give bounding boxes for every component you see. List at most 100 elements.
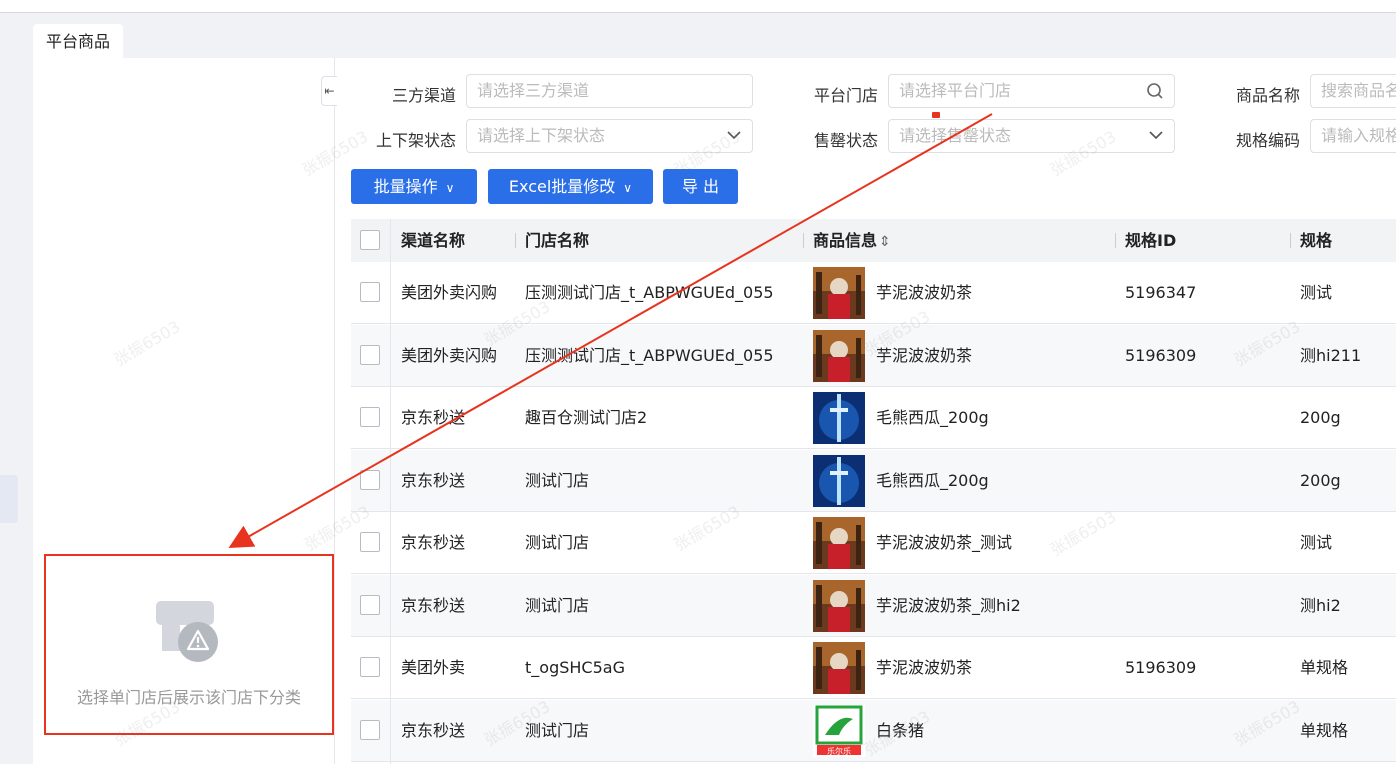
- column-header-spec-id: 规格ID: [1115, 219, 1176, 262]
- table-row[interactable]: 京东秒送 趣百仓测试门店2 毛熊西瓜_200g 200g: [351, 387, 1396, 449]
- product-name: 芋泥波波奶茶: [876, 658, 973, 677]
- product-name: 芋泥波波奶茶: [876, 283, 973, 302]
- product-name-input[interactable]: 搜索商品名: [1310, 74, 1396, 108]
- excel-batch-edit-button[interactable]: Excel批量修改 ∨: [488, 169, 653, 204]
- row-checkbox[interactable]: [360, 282, 380, 302]
- spec-name: 200g: [1300, 408, 1341, 427]
- store-select[interactable]: 请选择平台门店: [888, 74, 1175, 108]
- product-name: 芋泥波波奶茶: [876, 345, 973, 365]
- row-checkbox[interactable]: [360, 657, 380, 677]
- row-checkbox[interactable]: [360, 532, 380, 552]
- checkbox-column-divider: [390, 219, 391, 764]
- product-thumbnail[interactable]: [813, 454, 865, 507]
- store-name: t_ogSHC5aG: [525, 658, 625, 677]
- export-button[interactable]: 导 出: [663, 169, 738, 204]
- spec-name: 测hi211: [1300, 345, 1362, 365]
- row-checkbox[interactable]: [360, 407, 380, 427]
- spec-name: 200g: [1300, 470, 1341, 490]
- shelf-status-select[interactable]: 请选择上下架状态: [466, 119, 753, 153]
- spec-id: 5196309: [1125, 345, 1197, 365]
- row-checkbox[interactable]: [360, 469, 380, 490]
- channel-name: 美团外卖闪购: [401, 345, 498, 365]
- store-name: 压测测试门店_t_ABPWGUEd_055: [525, 345, 774, 365]
- filter-label-store: 平台门店: [813, 86, 878, 105]
- spec-id: 5196347: [1125, 283, 1197, 302]
- search-icon[interactable]: [1146, 75, 1164, 107]
- store-name: 趣百仓测试门店2: [525, 408, 648, 427]
- product-thumbnail[interactable]: [813, 267, 865, 319]
- store-name: 测试门店: [525, 470, 590, 490]
- column-header-channel: 渠道名称: [401, 231, 466, 250]
- store-warning-icon: [156, 601, 218, 662]
- shelf-status-placeholder: 请选择上下架状态: [477, 126, 606, 145]
- left-gutter: [0, 13, 20, 764]
- column-header-spec: 规格: [1290, 219, 1332, 262]
- top-bar: [0, 0, 1396, 13]
- product-thumbnail[interactable]: [813, 579, 865, 632]
- tab-platform-products[interactable]: 平台商品: [33, 24, 123, 60]
- channel-name: 美团外卖: [401, 658, 466, 677]
- table-row[interactable]: 美团外卖闪购 压测测试门店_t_ABPWGUEd_055 芋泥波波奶茶 5196347…: [351, 262, 1396, 324]
- chevron-down-icon: [1149, 131, 1163, 140]
- spec-name: 测hi2: [1300, 595, 1341, 615]
- store-name: 压测测试门店_t_ABPWGUEd_055: [525, 283, 774, 302]
- column-header-product[interactable]: 商品信息 ⇕: [803, 219, 891, 262]
- table-row[interactable]: 京东秒送 测试门店 芋泥波波奶茶_测hi2 测hi2: [351, 574, 1396, 637]
- chevron-down-icon: ∨: [623, 181, 633, 195]
- soldout-status-placeholder: 请选择售罄状态: [899, 126, 1012, 145]
- row-checkbox[interactable]: [360, 594, 380, 615]
- spec-code-placeholder: 请输入规格: [1321, 126, 1396, 145]
- channel-placeholder: 请选择三方渠道: [477, 81, 590, 100]
- sort-icon[interactable]: ⇕: [879, 234, 891, 250]
- product-thumbnail[interactable]: [813, 517, 865, 569]
- batch-operation-button[interactable]: 批量操作 ∨: [351, 169, 477, 204]
- channel-name: 京东秒送: [401, 720, 466, 740]
- table-row[interactable]: 美团外卖 t_ogSHC5aG 芋泥波波奶茶 5196309 单规格: [351, 637, 1396, 699]
- spec-code-input[interactable]: 请输入规格: [1310, 119, 1396, 153]
- table-row[interactable]: 京东秒送 测试门店 乐尔乐 白条猪 单规格: [351, 699, 1396, 762]
- product-name: 白条猪: [876, 720, 925, 740]
- product-name: 芋泥波波奶茶_测试: [876, 533, 1013, 552]
- product-thumbnail[interactable]: [813, 642, 865, 694]
- store-name: 测试门店: [525, 720, 590, 740]
- channel-name: 美团外卖闪购: [401, 283, 498, 302]
- row-checkbox[interactable]: [360, 719, 380, 740]
- table-header: 渠道名称 门店名称 商品信息 ⇕ 规格ID 规格: [351, 219, 1396, 262]
- channel-select[interactable]: 请选择三方渠道: [466, 74, 753, 108]
- product-name: 毛熊西瓜_200g: [876, 408, 989, 427]
- channel-name: 京东秒送: [401, 533, 466, 552]
- empty-state-text: 选择单门店后展示该门店下分类: [76, 688, 301, 707]
- chevron-down-icon: ∨: [445, 181, 455, 195]
- product-thumbnail[interactable]: 乐尔乐: [813, 704, 865, 757]
- excel-batch-edit-label: Excel批量修改: [508, 177, 616, 196]
- batch-operation-label: 批量操作: [373, 177, 438, 196]
- product-thumbnail[interactable]: [813, 392, 865, 444]
- spec-name: 测试: [1300, 533, 1333, 552]
- collapse-icon[interactable]: ⇤: [321, 76, 337, 106]
- select-all-checkbox[interactable]: [360, 230, 380, 250]
- filter-label-shelf-status: 上下架状态: [375, 131, 456, 150]
- row-checkbox[interactable]: [360, 344, 380, 365]
- product-name: 毛熊西瓜_200g: [876, 470, 989, 490]
- spec-name: 测试: [1300, 283, 1333, 302]
- table-row[interactable]: 美团外卖闪购 压测测试门店_t_ABPWGUEd_055 芋泥波波奶茶 5196309…: [351, 324, 1396, 387]
- channel-name: 京东秒送: [401, 408, 466, 427]
- product-thumbnail[interactable]: [813, 329, 865, 382]
- channel-name: 京东秒送: [401, 595, 466, 615]
- spec-id: 5196309: [1125, 658, 1197, 677]
- channel-name: 京东秒送: [401, 470, 466, 490]
- filter-label-spec-code: 规格编码: [1235, 131, 1300, 150]
- lele-logo-text: 乐尔乐: [827, 746, 851, 756]
- gutter-handle[interactable]: [0, 475, 18, 523]
- soldout-status-select[interactable]: 请选择售罄状态: [888, 119, 1175, 153]
- store-name: 测试门店: [525, 595, 590, 615]
- store-name: 测试门店: [525, 533, 590, 552]
- chevron-down-icon: [727, 131, 741, 140]
- product-name-placeholder: 搜索商品名: [1321, 81, 1396, 100]
- product-name: 芋泥波波奶茶_测hi2: [876, 595, 1021, 615]
- filter-label-channel: 三方渠道: [391, 86, 456, 105]
- table-row[interactable]: 京东秒送 测试门店 毛熊西瓜_200g 200g: [351, 449, 1396, 512]
- filter-label-soldout-status: 售罄状态: [813, 131, 878, 150]
- filter-label-product-name: 商品名称: [1235, 86, 1300, 105]
- table-row[interactable]: 京东秒送 测试门店 芋泥波波奶茶_测试 测试: [351, 512, 1396, 574]
